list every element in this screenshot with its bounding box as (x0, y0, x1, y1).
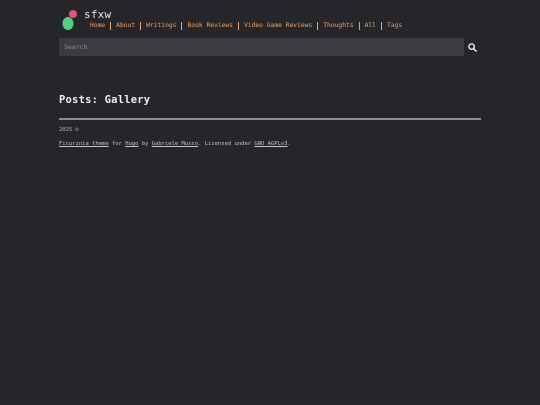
site-logo[interactable] (61, 9, 77, 31)
end-text: . (287, 141, 291, 147)
by-text: by (141, 141, 149, 147)
footer-credits: Ficurinia theme for Hugo by Gabriele Mus… (59, 141, 291, 147)
for-text: for (111, 141, 122, 147)
nav-book-reviews[interactable]: Book Reviews (182, 22, 239, 30)
copyright-text: 2025 © (59, 127, 79, 133)
search-icon (468, 42, 477, 52)
theme-link[interactable]: Ficurinia theme (59, 141, 109, 147)
site-title[interactable]: sfxw (84, 8, 111, 21)
page-title: Posts: Gallery (59, 94, 151, 106)
licensed-text: . Licensed under (198, 141, 252, 147)
nav-thoughts[interactable]: Thoughts (318, 22, 360, 30)
main-nav: Home About Writings Book Reviews Video G… (84, 22, 407, 30)
logo-icon (62, 10, 77, 30)
nav-about[interactable]: About (111, 22, 142, 30)
search-button[interactable] (464, 38, 481, 56)
nav-all[interactable]: All (360, 22, 382, 30)
search-input[interactable] (59, 38, 464, 56)
license-link[interactable]: GNU AGPLv3 (254, 141, 287, 147)
nav-writings[interactable]: Writings (141, 22, 183, 30)
author-link[interactable]: Gabriele Musco (152, 141, 198, 147)
hugo-link[interactable]: Hugo (125, 141, 138, 147)
site-header: sfxw Home About Writings Book Reviews Vi… (59, 8, 481, 34)
nav-tags[interactable]: Tags (382, 22, 407, 30)
nav-video-game-reviews[interactable]: Video Game Reviews (239, 22, 319, 30)
nav-home[interactable]: Home (84, 22, 112, 30)
footer-divider (59, 118, 481, 120)
